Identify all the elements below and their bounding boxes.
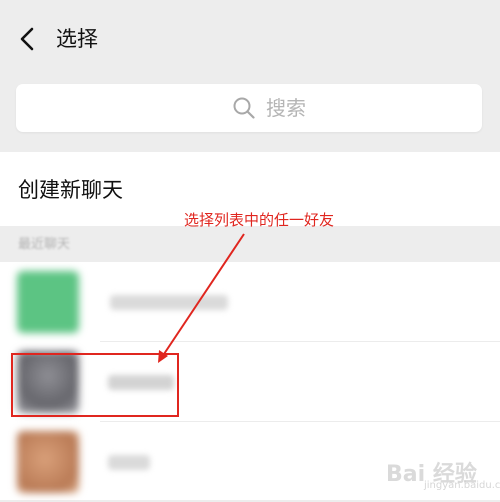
contact-name-blurred — [110, 295, 228, 310]
avatar — [17, 271, 79, 333]
annotation-text: 选择列表中的任一好友 — [184, 211, 335, 229]
chevron-left-icon[interactable] — [14, 24, 42, 54]
annotation-highlight-box — [11, 353, 179, 417]
page-title: 选择 — [56, 27, 98, 51]
baidu-watermark: Bai 经验 jingyan.baidu.com — [386, 452, 500, 496]
recent-chats-header: 最近聊天 — [18, 237, 71, 252]
contact-name-blurred — [108, 455, 150, 470]
create-new-chat-label: 创建新聊天 — [18, 178, 123, 202]
search-placeholder: 搜索 — [266, 96, 306, 120]
avatar — [17, 431, 79, 493]
search-icon — [233, 97, 255, 119]
contact-row[interactable] — [0, 262, 500, 342]
search-input[interactable]: 搜索 — [16, 84, 482, 132]
watermark-url: jingyan.baidu.com — [424, 480, 500, 491]
top-bar: 选择 — [0, 0, 500, 80]
